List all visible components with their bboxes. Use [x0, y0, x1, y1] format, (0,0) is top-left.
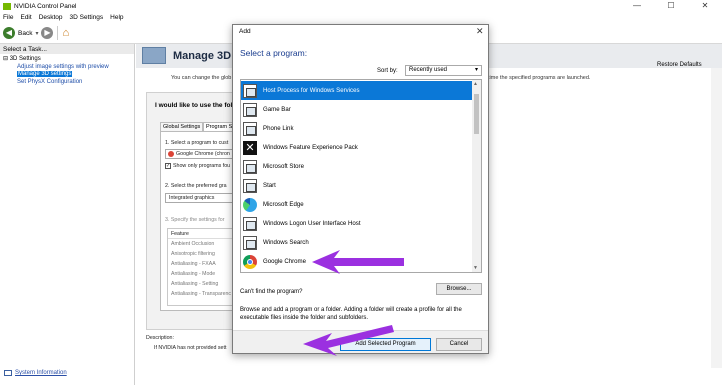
- annotation-arrows: [303, 250, 404, 356]
- arrow-to-google-chrome: [312, 250, 404, 274]
- arrow-to-add-button: [303, 325, 394, 356]
